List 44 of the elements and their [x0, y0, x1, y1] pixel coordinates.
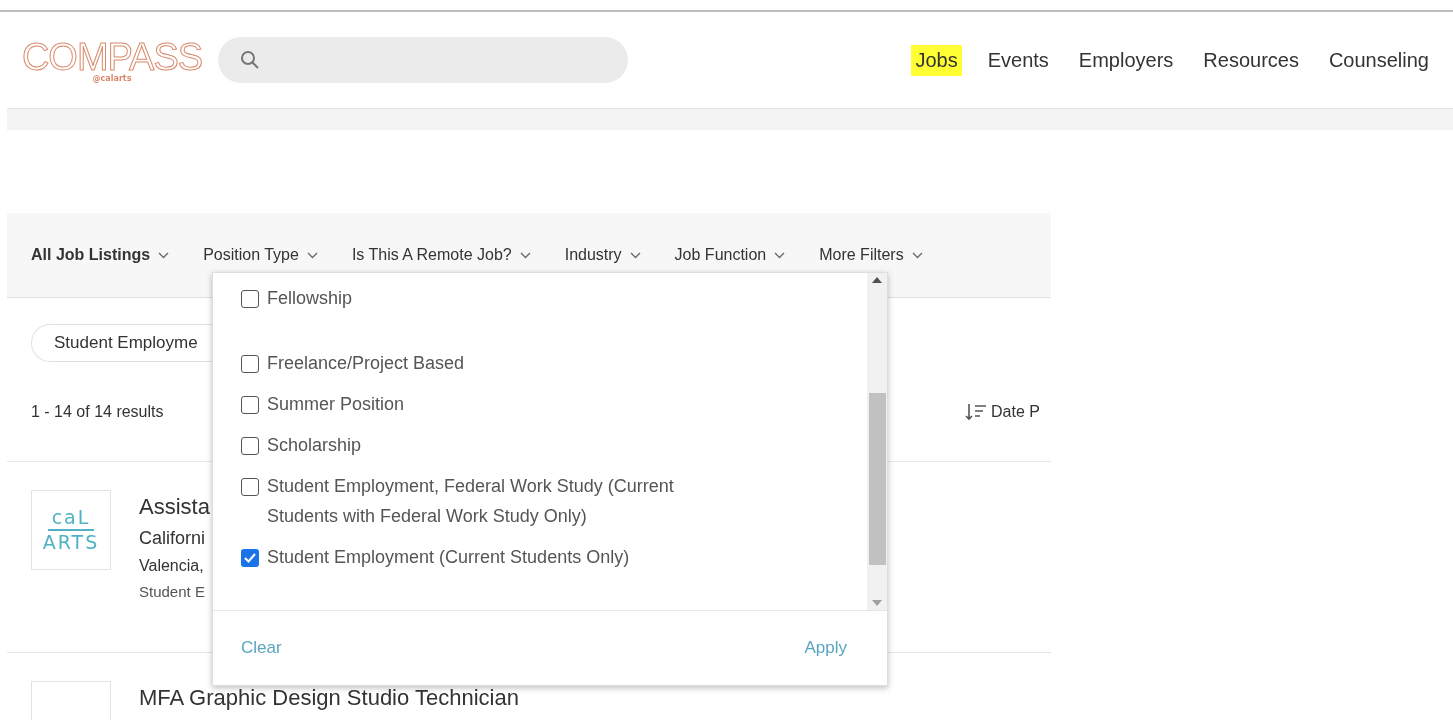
nav-link[interactable]: Events — [983, 44, 1053, 76]
checkbox-option[interactable]: Fellowship — [241, 289, 701, 313]
checkbox[interactable] — [241, 549, 259, 567]
job-title[interactable]: MFA Graphic Design Studio Technician — [139, 685, 519, 711]
filter-dropdown[interactable]: Is This A Remote Job? — [351, 246, 531, 264]
logo-text: ARTS — [41, 531, 101, 554]
results-count: 1 - 14 of 14 results — [31, 402, 164, 421]
employer-name: Californi — [139, 528, 207, 549]
filter-dropdown[interactable]: More Filters — [819, 246, 923, 264]
job-type: Student E — [139, 583, 206, 600]
filter-dropdown[interactable]: Industry — [564, 246, 641, 264]
chevron-down-icon — [774, 251, 786, 259]
job-title[interactable]: Assista — [139, 494, 210, 520]
checkbox[interactable] — [241, 290, 259, 308]
chevron-down-icon — [158, 251, 170, 259]
job-location: Valencia, — [139, 557, 205, 575]
checkbox[interactable] — [241, 396, 259, 414]
nav-link[interactable]: Resources — [1199, 44, 1303, 76]
chevron-down-icon — [306, 251, 318, 259]
search-icon — [240, 50, 260, 70]
filter-dropdown[interactable]: Job Function — [674, 246, 786, 264]
nav-link[interactable]: Jobs — [911, 44, 962, 76]
nav-link[interactable]: Counseling — [1324, 44, 1433, 76]
checkbox[interactable] — [241, 478, 259, 496]
checkbox-option[interactable]: Student Employment, Federal Work Study (Current Students with Federal Work Study Only) — [241, 477, 701, 531]
checkbox-option[interactable]: Summer Position — [241, 395, 701, 419]
scroll-up-icon[interactable] — [872, 277, 882, 283]
chevron-down-icon — [911, 251, 923, 259]
checkbox-option[interactable]: Freelance/Project Based — [241, 354, 701, 378]
checkbox-option[interactable]: Scholarship — [241, 436, 701, 460]
sort-icon — [965, 402, 987, 421]
filter-dropdown[interactable]: Position Type — [203, 246, 318, 264]
scrollbar[interactable] — [867, 273, 887, 610]
sort-dropdown[interactable]: Date P — [991, 402, 1040, 421]
checkbox-option[interactable]: Student Employment (Current Students Only) — [241, 548, 701, 572]
logo-tagline: @calarts — [92, 73, 132, 83]
checkbox[interactable] — [241, 437, 259, 455]
filter-dropdown[interactable]: All Job Listings — [31, 246, 170, 264]
chevron-down-icon — [519, 251, 531, 259]
search-field[interactable] — [218, 37, 628, 83]
nav-link[interactable]: Employers — [1074, 44, 1178, 76]
checkbox[interactable] — [241, 355, 259, 373]
logo-text: caL — [47, 506, 95, 531]
chevron-down-icon — [629, 251, 641, 259]
